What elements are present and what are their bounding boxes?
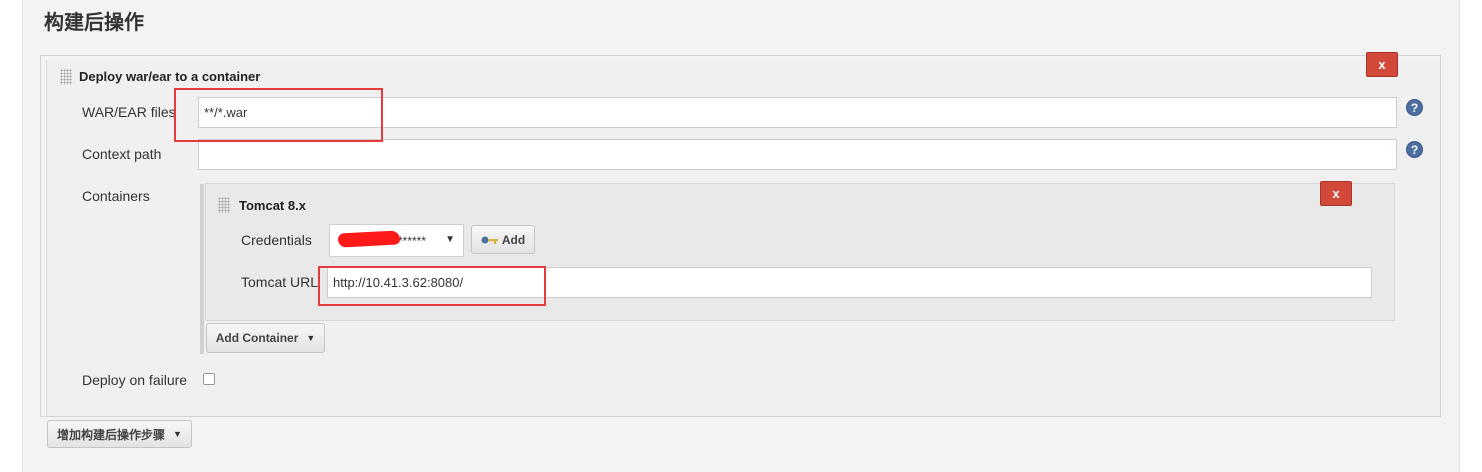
add-container-button[interactable]: Add Container ▼ (206, 323, 325, 353)
deploy-on-failure-label: Deploy on failure (82, 372, 188, 388)
tomcat-url-label: Tomcat URL (241, 274, 319, 290)
help-icon[interactable]: ? (1406, 99, 1423, 116)
help-icon[interactable]: ? (1406, 141, 1423, 158)
add-post-build-step-label: 增加构建后操作步骤 (57, 427, 166, 442)
dropdown-arrow-icon: ▼ (445, 234, 455, 245)
war-ear-files-input[interactable] (198, 97, 1397, 128)
drag-handle-icon[interactable] (60, 69, 72, 85)
context-path-label: Context path (82, 146, 162, 162)
deploy-on-failure-checkbox[interactable] (203, 373, 215, 385)
war-ear-files-label: WAR/EAR files (82, 104, 176, 120)
delete-container-button[interactable]: x (1320, 181, 1352, 206)
drag-handle-icon[interactable] (218, 197, 230, 213)
add-post-build-step-button[interactable]: 增加构建后操作步骤 ▼ (47, 420, 192, 448)
credentials-selected-value: ****** (398, 233, 427, 248)
delete-deploy-button[interactable]: x (1366, 52, 1398, 77)
key-icon (481, 236, 498, 244)
add-container-label: Add Container (215, 331, 299, 345)
tomcat-url-input[interactable] (327, 267, 1372, 298)
containers-label: Containers (82, 188, 150, 204)
add-credentials-button[interactable]: Add (471, 225, 535, 254)
caret-down-icon: ▼ (173, 429, 182, 439)
section-title: 构建后操作 (44, 12, 144, 34)
credentials-label: Credentials (241, 232, 312, 248)
deploy-block-title: Deploy war/ear to a container (79, 69, 261, 84)
caret-down-icon: ▼ (306, 333, 316, 343)
tomcat-title: Tomcat 8.x (239, 198, 306, 213)
add-credentials-label: Add (501, 232, 526, 247)
context-path-input[interactable] (198, 139, 1397, 170)
